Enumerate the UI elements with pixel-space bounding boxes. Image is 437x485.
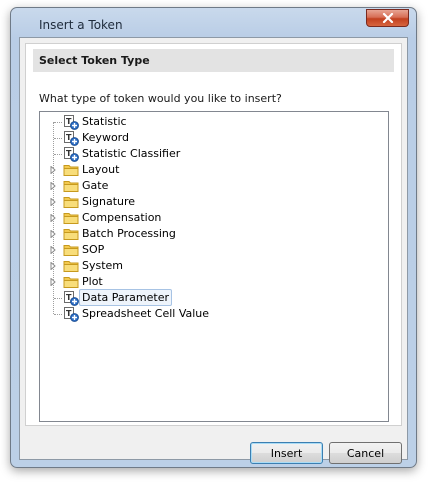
tree-item-label[interactable]: Spreadsheet Cell Value (80, 306, 211, 321)
dialog-title: Insert a Token (39, 18, 123, 32)
expand-arrow-icon[interactable] (49, 182, 57, 190)
folder-icon (63, 197, 79, 208)
tree-item[interactable]: Gate (40, 178, 388, 194)
section-header: Select Token Type (33, 49, 394, 72)
tree-item[interactable]: System (40, 258, 388, 274)
tree-item[interactable]: T Statistic (40, 114, 388, 130)
cancel-button[interactable]: Cancel (329, 442, 402, 464)
tree-item-label[interactable]: Statistic (80, 114, 129, 129)
expand-arrow-icon[interactable] (49, 278, 57, 286)
token-icon: T (64, 147, 79, 162)
tree-connector (54, 298, 62, 299)
token-type-tree[interactable]: T Statistic T Keyword T Statistic Classifier L… (39, 111, 389, 422)
tree-item[interactable]: T Data Parameter (40, 289, 388, 306)
tree-item-label[interactable]: Signature (80, 194, 137, 209)
tree-item-label[interactable]: Gate (80, 178, 110, 193)
expand-arrow-icon[interactable] (49, 262, 57, 270)
close-button[interactable] (366, 9, 409, 27)
expand-arrow-icon[interactable] (49, 246, 57, 254)
content-panel: Select Token Type What type of token wou… (25, 43, 402, 426)
tree-connector (54, 138, 62, 139)
tree-connector (54, 314, 62, 315)
tree-item-label[interactable]: Batch Processing (80, 226, 178, 241)
tree-item-label[interactable]: Keyword (80, 130, 131, 145)
tree-connector (54, 154, 62, 155)
expand-arrow-icon[interactable] (49, 230, 57, 238)
folder-icon (63, 229, 79, 240)
folder-icon (63, 245, 79, 256)
insert-button[interactable]: Insert (250, 442, 323, 464)
tree-item[interactable]: Plot (40, 274, 388, 290)
insert-token-dialog: Insert a Token Select Token Type What ty… (10, 7, 417, 468)
tree-item-label[interactable]: Data Parameter (79, 289, 172, 306)
tree-item[interactable]: Compensation (40, 210, 388, 226)
tree-item[interactable]: Signature (40, 194, 388, 210)
token-icon: T (64, 115, 79, 130)
question-label: What type of token would you like to ins… (39, 92, 282, 105)
tree-item-label[interactable]: Plot (80, 274, 105, 289)
tree-item[interactable]: T Spreadsheet Cell Value (40, 306, 388, 322)
dialog-client-area: Select Token Type What type of token wou… (19, 37, 408, 464)
token-icon: T (64, 291, 79, 306)
expand-arrow-icon[interactable] (49, 198, 57, 206)
tree-item[interactable]: T Keyword (40, 130, 388, 146)
expand-arrow-icon[interactable] (49, 214, 57, 222)
folder-icon (63, 165, 79, 176)
token-icon: T (64, 131, 79, 146)
tree-item-label[interactable]: System (80, 258, 125, 273)
tree-item[interactable]: Layout (40, 162, 388, 178)
folder-icon (63, 277, 79, 288)
tree-item-label[interactable]: Statistic Classifier (80, 146, 182, 161)
token-icon: T (64, 307, 79, 322)
tree-item[interactable]: T Statistic Classifier (40, 146, 388, 162)
tree-item[interactable]: Batch Processing (40, 226, 388, 242)
expand-arrow-icon[interactable] (49, 166, 57, 174)
tree-item-label[interactable]: Compensation (80, 210, 163, 225)
tree-item-label[interactable]: SOP (80, 242, 106, 257)
tree-item-label[interactable]: Layout (80, 162, 121, 177)
tree-connector (54, 122, 62, 123)
tree-item[interactable]: SOP (40, 242, 388, 258)
close-icon (382, 13, 393, 23)
folder-icon (63, 261, 79, 272)
folder-icon (63, 181, 79, 192)
title-bar[interactable]: Insert a Token (11, 8, 416, 38)
folder-icon (63, 213, 79, 224)
